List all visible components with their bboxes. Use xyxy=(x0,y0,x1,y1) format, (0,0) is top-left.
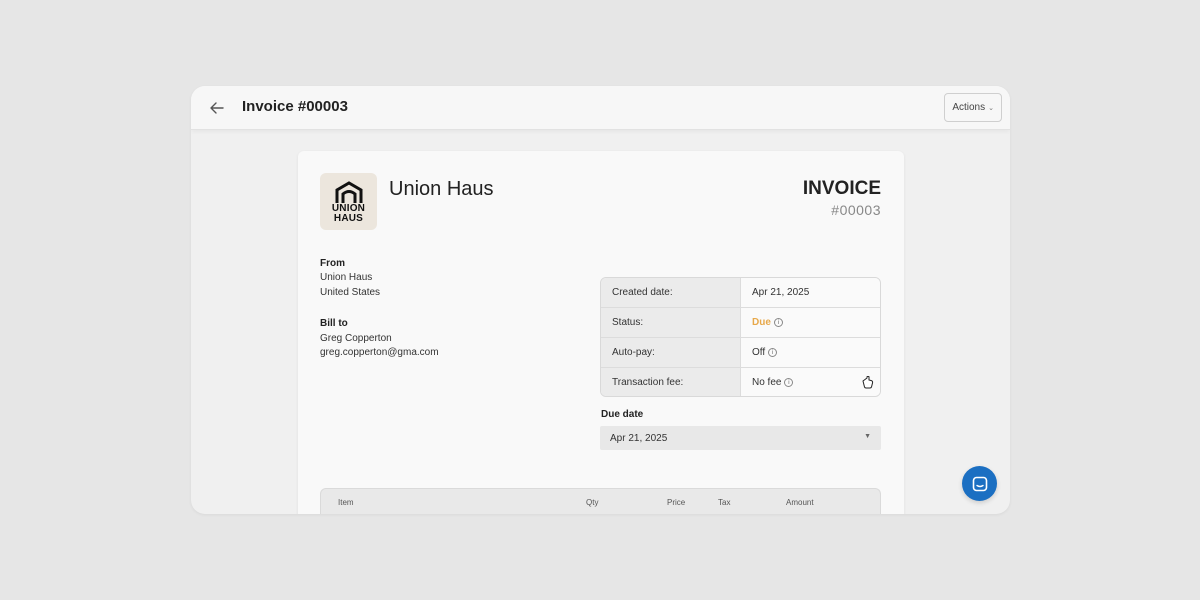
chat-icon xyxy=(972,476,987,491)
info-icon[interactable]: i xyxy=(784,378,794,387)
page-title: Invoice #00003 xyxy=(242,98,348,115)
status-value: Due i xyxy=(741,308,880,337)
meta-row-created: Created date: Apr 21, 2025 xyxy=(601,278,880,308)
transaction-fee-label: Transaction fee: xyxy=(601,368,741,396)
info-icon[interactable]: i xyxy=(773,318,783,327)
transaction-fee-text: No fee xyxy=(752,377,782,388)
col-tax: Tax xyxy=(718,498,731,507)
back-button[interactable] xyxy=(207,98,227,118)
due-date-value: Apr 21, 2025 xyxy=(610,432,668,444)
created-date-value: Apr 21, 2025 xyxy=(741,278,880,307)
top-bar: Invoice #00003 Actions ⌄ xyxy=(191,86,1010,130)
invoice-meta-table: Created date: Apr 21, 2025 Status: Due i… xyxy=(600,277,881,397)
autopay-label: Auto-pay: xyxy=(601,338,741,367)
logo-text-line1: UNION xyxy=(331,202,366,214)
meta-row-fee: Transaction fee: No fee i xyxy=(601,368,880,396)
house-arch-icon xyxy=(335,180,362,203)
invoice-heading: INVOICE xyxy=(802,178,881,199)
meta-row-autopay: Auto-pay: Off i xyxy=(601,338,880,368)
chat-button[interactable] xyxy=(962,466,997,501)
meta-row-status: Status: Due i xyxy=(601,308,880,338)
app-window: Invoice #00003 Actions ⌄ UNION HAUS Unio… xyxy=(191,86,1010,514)
bill-to-label: Bill to xyxy=(320,318,348,329)
from-name: Union Haus xyxy=(320,272,373,283)
status-badge: Due xyxy=(752,317,771,328)
due-date-label: Due date xyxy=(601,409,644,420)
actions-label: Actions xyxy=(952,102,986,113)
company-name: Union Haus xyxy=(389,178,494,200)
actions-button[interactable]: Actions ⌄ xyxy=(944,93,1002,122)
from-country: United States xyxy=(320,287,381,298)
invoice-sheet: UNION HAUS Union Haus INVOICE #00003 Fro… xyxy=(298,151,904,514)
due-date-select[interactable]: Apr 21, 2025 ▼ xyxy=(600,426,881,450)
bill-to-email: greg.copperton@gma.com xyxy=(320,347,439,358)
from-label: From xyxy=(320,258,345,269)
company-logo: UNION HAUS xyxy=(320,173,377,230)
created-date-text: Apr 21, 2025 xyxy=(752,287,810,298)
pointer-cursor-icon xyxy=(862,376,874,389)
caret-down-icon: ▼ xyxy=(864,433,871,440)
created-date-label: Created date: xyxy=(601,278,741,307)
transaction-fee-value[interactable]: No fee i xyxy=(741,368,880,396)
col-amount: Amount xyxy=(786,498,814,507)
items-table-header: Item Qty Price Tax Amount xyxy=(320,488,881,514)
logo-text-line2: HAUS xyxy=(333,212,364,224)
col-item: Item xyxy=(338,498,354,507)
chevron-down-icon: ⌄ xyxy=(988,104,994,112)
status-label: Status: xyxy=(601,308,741,337)
autopay-value: Off i xyxy=(741,338,880,367)
invoice-number: #00003 xyxy=(831,202,881,218)
autopay-text: Off xyxy=(752,347,766,358)
info-icon[interactable]: i xyxy=(768,348,778,357)
bill-to-name: Greg Copperton xyxy=(320,333,392,344)
col-price: Price xyxy=(667,498,686,507)
col-qty: Qty xyxy=(586,498,599,507)
arrow-left-icon xyxy=(210,102,224,114)
